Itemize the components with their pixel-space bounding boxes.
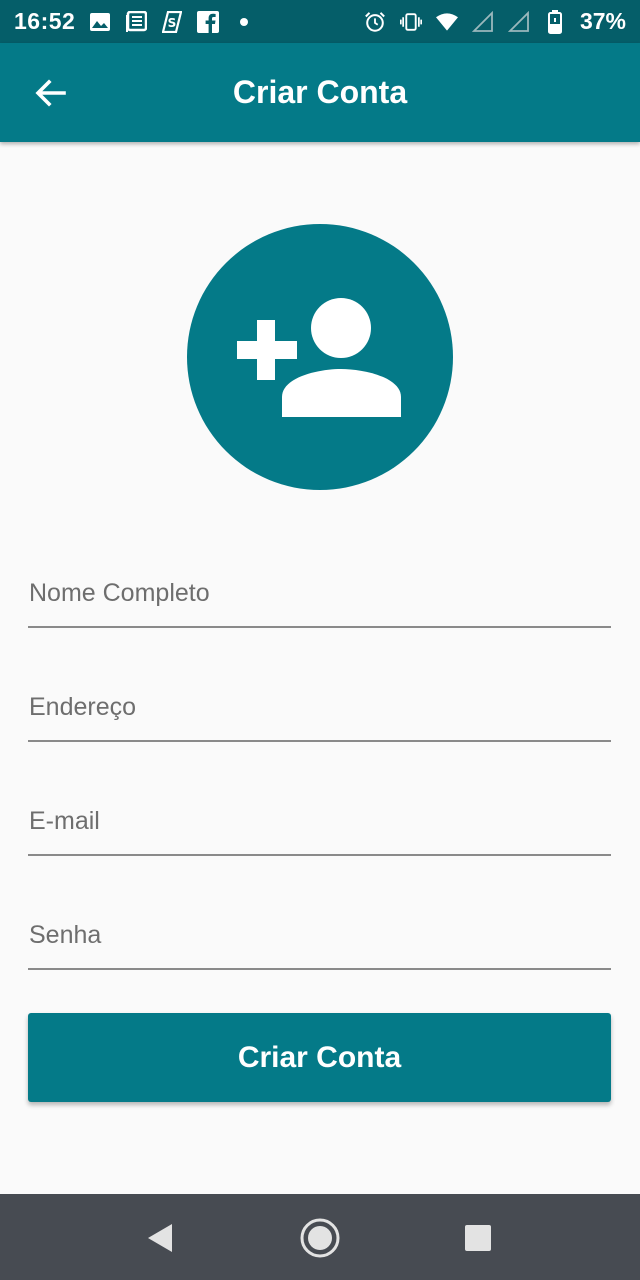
circle-home-icon [300,1218,340,1258]
svg-text:S: S [168,16,177,30]
email-field[interactable] [28,796,611,856]
nav-back-button[interactable] [138,1216,182,1260]
app-bar: Criar Conta [0,43,640,142]
page-title: Criar Conta [232,74,408,110]
nav-recent-button[interactable] [456,1216,500,1260]
signal-icon [471,10,494,33]
password-input[interactable] [28,910,611,968]
person-add-icon [237,298,401,417]
status-bar: 16:52 S 37% [0,0,640,43]
nav-home-button[interactable] [298,1216,342,1260]
full-name-field[interactable] [28,568,611,628]
square-recent-icon [465,1225,491,1251]
image-icon [89,11,111,33]
add-user-avatar[interactable] [187,224,453,490]
status-time: 16:52 [14,8,76,34]
battery-percent: 37% [579,8,626,34]
facebook-icon [197,10,220,33]
create-account-button[interactable]: Criar Conta [28,1013,611,1102]
status-bar-left: 16:52 S [14,8,255,35]
triangle-back-icon [148,1224,172,1252]
signal-icon [507,10,530,33]
vibrate-icon [399,11,422,33]
address-field[interactable] [28,682,611,742]
wifi-icon [435,11,458,33]
address-input[interactable] [28,682,611,740]
status-bar-right: 37% [364,8,626,35]
app-s-icon: S [161,10,183,33]
arrow-back-icon [35,79,66,107]
news-icon [125,10,148,33]
full-name-input[interactable] [28,568,611,626]
battery-icon [544,9,566,34]
alarm-icon [364,11,386,33]
back-button[interactable] [30,73,70,113]
email-input[interactable] [28,796,611,854]
password-field[interactable] [28,910,611,970]
system-nav-bar [0,1194,640,1280]
dot-icon [233,11,255,33]
